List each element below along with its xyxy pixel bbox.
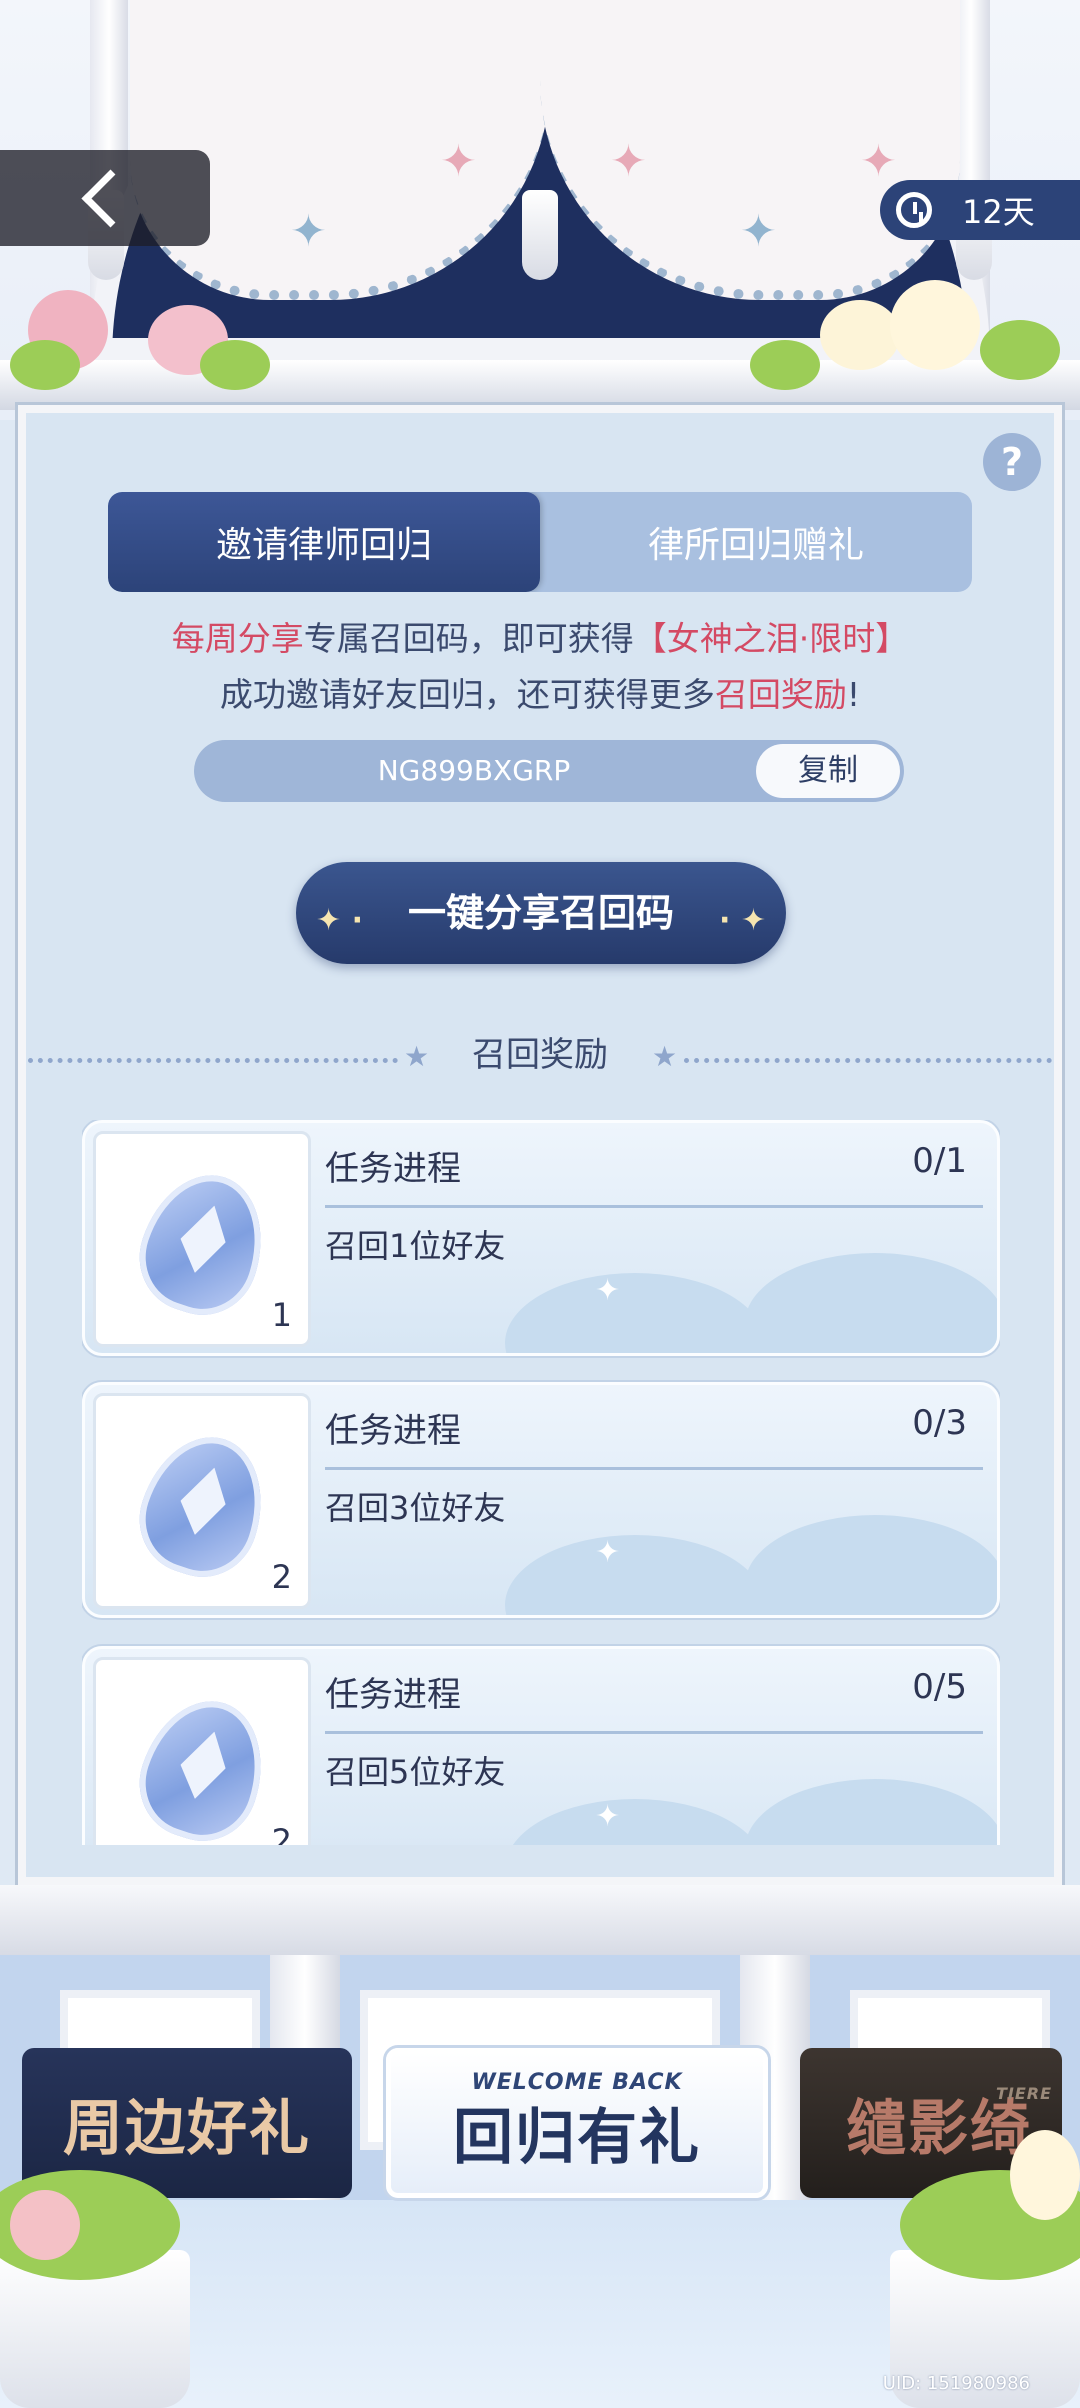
timer-text: 12天 bbox=[962, 193, 1035, 231]
sparkle-icon: · ✦ bbox=[719, 903, 766, 938]
star-icon: ✦ bbox=[860, 136, 897, 187]
clock-icon bbox=[896, 192, 932, 228]
star-icon: ✦ bbox=[740, 206, 777, 257]
task-label: 任务进程 bbox=[325, 1149, 461, 1189]
leaf-decoration bbox=[750, 340, 820, 390]
reward-count: 2 bbox=[271, 1822, 292, 1845]
tab-bar: 邀请律师回归 律所回归赠礼 bbox=[108, 492, 972, 592]
cornice bbox=[0, 1885, 1080, 1955]
tab-invite-lawyer[interactable]: 邀请律师回归 bbox=[108, 492, 540, 592]
tab-return-gift[interactable]: 律所回归赠礼 bbox=[540, 492, 972, 592]
reward-count: 2 bbox=[271, 1558, 292, 1596]
task-progress: 0/1 bbox=[912, 1141, 967, 1181]
description-line-2: 成功邀请好友回归，还可获得更多召回奖励! bbox=[219, 675, 861, 714]
task-progress: 0/3 bbox=[912, 1403, 967, 1443]
sparkle-icon: ✦ bbox=[595, 1535, 621, 1570]
gem-icon bbox=[125, 1159, 281, 1329]
rose-decoration bbox=[10, 2190, 80, 2260]
rose-decoration bbox=[890, 280, 980, 370]
task-label: 任务进程 bbox=[325, 1411, 461, 1451]
copy-button[interactable]: 复制 bbox=[756, 744, 900, 798]
sparkle-icon: ✦ bbox=[595, 1799, 621, 1834]
reward-item[interactable]: 2 bbox=[93, 1393, 311, 1609]
share-recall-code-button[interactable]: ✦ · 一键分享召回码 · ✦ bbox=[296, 862, 786, 964]
tassel-center bbox=[522, 190, 558, 280]
sparkle-icon: ✦ · bbox=[316, 903, 363, 938]
task-card: 2 任务进程 0/3 召回3位好友 ✦ bbox=[82, 1382, 1000, 1618]
sparkle-icon: ✦ bbox=[595, 1273, 621, 1308]
leaf-decoration bbox=[10, 340, 80, 390]
event-timer: 12天 bbox=[880, 180, 1080, 240]
gem-icon bbox=[125, 1421, 281, 1591]
task-description: 召回5位好友 bbox=[325, 1753, 506, 1791]
uid-label: UID: 151980986 bbox=[882, 2373, 1030, 2394]
recall-code-text: NG899BXGRP bbox=[377, 754, 571, 787]
reward-count: 1 bbox=[271, 1296, 292, 1334]
back-button[interactable] bbox=[0, 150, 210, 246]
task-description: 召回3位好友 bbox=[325, 1489, 506, 1527]
leaf-decoration bbox=[200, 340, 270, 390]
task-card: 2 任务进程 0/5 召回5位好友 ✦ bbox=[82, 1646, 1000, 1845]
recall-code-field: NG899BXGRP 复制 bbox=[194, 740, 904, 802]
star-icon: ✦ bbox=[290, 206, 327, 257]
task-card: 1 任务进程 0/1 召回1位好友 ✦ bbox=[82, 1120, 1000, 1356]
star-icon: ★ bbox=[652, 1040, 678, 1073]
section-divider-right bbox=[684, 1058, 1052, 1063]
help-icon[interactable]: ? bbox=[983, 433, 1041, 491]
window-ledge bbox=[0, 360, 1080, 410]
star-icon: ✦ bbox=[440, 136, 477, 187]
description-line-1: 每周分享专属召回码，即可获得【女神之泪·限时】 bbox=[171, 619, 909, 658]
rose-decoration bbox=[1010, 2130, 1080, 2220]
task-description: 召回1位好友 bbox=[325, 1227, 506, 1265]
leaf-decoration bbox=[980, 320, 1060, 380]
task-progress: 0/5 bbox=[912, 1667, 967, 1707]
rewards-section-title: 召回奖励 bbox=[472, 1035, 608, 1075]
bottom-tab-return-gifts[interactable]: WELCOME BACK 回归有礼 bbox=[386, 2048, 768, 2198]
star-icon: ✦ bbox=[610, 136, 647, 187]
task-list[interactable]: 1 任务进程 0/1 召回1位好友 ✦ 2 任务进程 0/3 召回3位好友 ✦ … bbox=[82, 1120, 1000, 1845]
task-label: 任务进程 bbox=[325, 1675, 461, 1715]
reward-item[interactable]: 2 bbox=[93, 1657, 311, 1845]
rose-decoration bbox=[820, 300, 900, 370]
back-chevron-icon bbox=[81, 169, 139, 227]
reward-item[interactable]: 1 bbox=[93, 1131, 311, 1347]
gem-icon bbox=[125, 1685, 281, 1845]
